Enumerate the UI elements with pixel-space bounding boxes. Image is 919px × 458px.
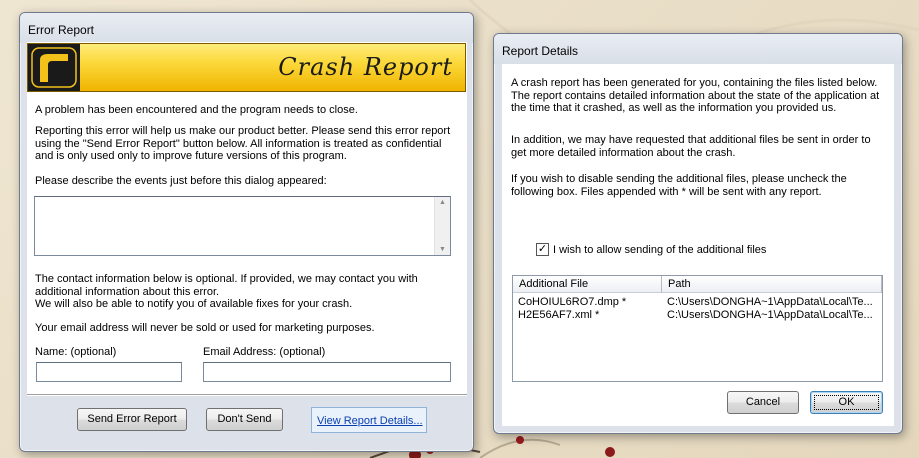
cancel-button[interactable]: Cancel [727,391,799,414]
error-report-titlebar[interactable]: Error Report [20,13,473,43]
banner-title: Crash Report [278,53,453,81]
reporting-text: Reporting this error will help us make o… [35,125,451,162]
details-paragraph-1: A crash report has been generated for yo… [511,77,880,114]
describe-label: Please describe the events just before t… [35,175,327,187]
description-textarea[interactable]: ▲ ▼ [34,196,451,256]
send-error-report-button[interactable]: Send Error Report [77,408,187,431]
allow-additional-files-checkbox[interactable]: ✓ [536,243,549,256]
checkbox-label[interactable]: I wish to allow sending of the additiona… [553,244,766,257]
app-logo-icon [28,44,80,91]
list-header: Additional File Path [513,276,882,293]
scroll-down-icon[interactable]: ▼ [435,246,450,253]
privacy-text: Your email address will never be sold or… [35,322,375,334]
details-paragraph-2: In addition, we may have requested that … [511,134,871,159]
dont-send-button[interactable]: Don't Send [206,408,283,431]
window-title: Error Report [28,23,95,37]
view-report-details-link-box[interactable]: View Report Details... [311,407,427,433]
list-item[interactable]: CoHOIUL6RO7.dmp * C:\Users\DONGHA~1\AppD… [518,296,878,309]
file-path: C:\Users\DONGHA~1\AppData\Local\Te... [667,309,873,321]
column-header-path[interactable]: Path [662,276,882,293]
crash-report-banner: Crash Report [27,43,466,92]
ok-button[interactable]: OK [810,391,883,414]
email-label: Email Address: (optional) [203,346,326,358]
details-paragraph-3: If you wish to disable sending the addit… [511,173,847,198]
email-field[interactable] [203,362,451,382]
description-scrollbar[interactable]: ▲ ▼ [434,197,450,255]
report-details-titlebar[interactable]: Report Details [494,34,902,64]
name-field[interactable] [36,362,182,382]
scroll-up-icon[interactable]: ▲ [435,199,450,206]
contact-text: The contact information below is optiona… [35,273,418,310]
file-name: CoHOIUL6RO7.dmp * [518,296,627,308]
checkmark-icon: ✓ [537,243,548,255]
intro-text: A problem has been encountered and the p… [35,104,358,116]
window-title: Report Details [502,44,579,58]
column-header-additional-file[interactable]: Additional File [513,276,662,293]
list-item[interactable]: H2E56AF7.xml * C:\Users\DONGHA~1\AppData… [518,309,878,322]
name-label: Name: (optional) [35,346,117,358]
view-report-details-link[interactable]: View Report Details... [317,415,423,427]
file-path: C:\Users\DONGHA~1\AppData\Local\Te... [667,296,873,308]
bottom-separator [27,394,467,396]
file-name: H2E56AF7.xml * [518,309,600,321]
additional-files-list[interactable]: Additional File Path CoHOIUL6RO7.dmp * C… [512,275,883,382]
